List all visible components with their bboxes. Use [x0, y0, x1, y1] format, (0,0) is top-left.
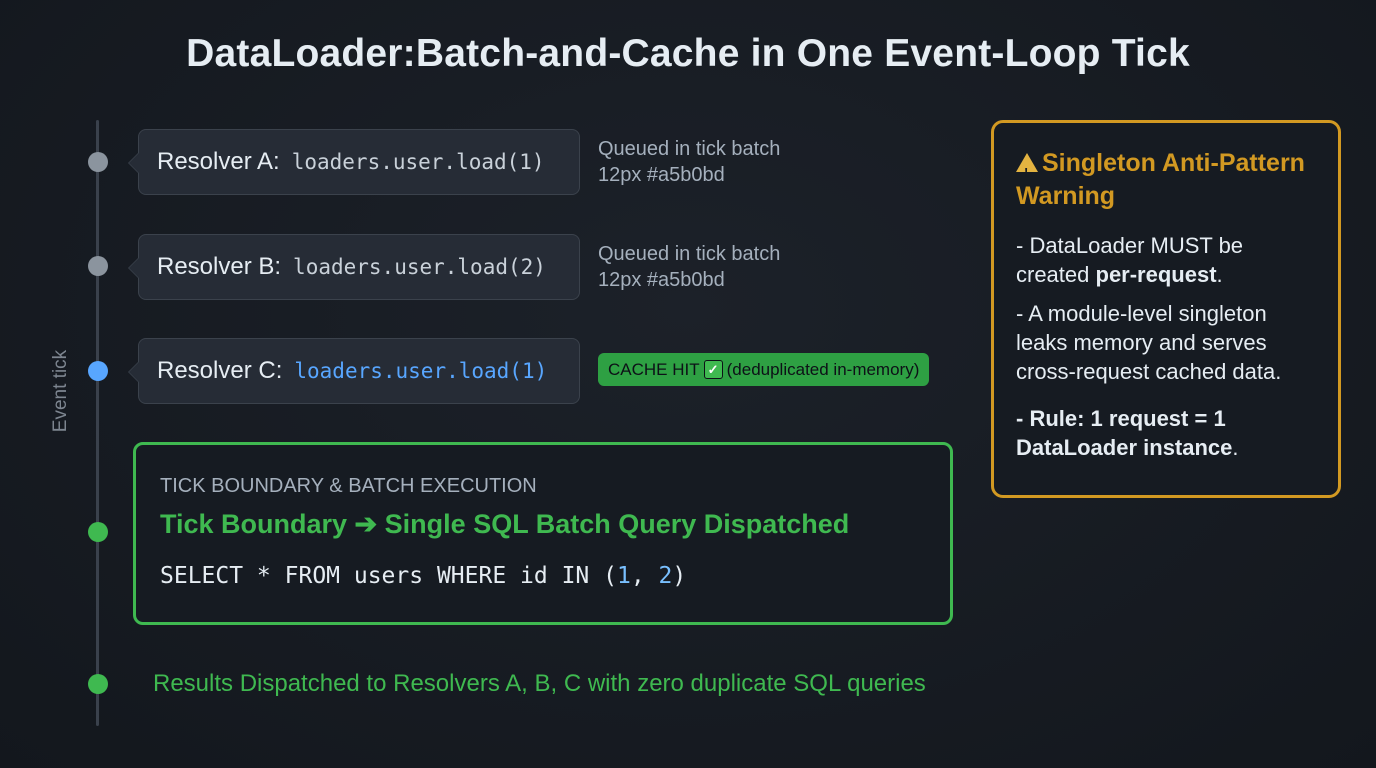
timeline-dot-c: [88, 361, 108, 381]
resolver-a-code: loaders.user.load(1): [291, 150, 545, 174]
resolver-b-note: Queued in tick batch 12px #a5b0bd: [598, 241, 780, 293]
resolver-a-note-line1: Queued in tick batch: [598, 138, 781, 160]
results-text: Results Dispatched to Resolvers A, B, C …: [153, 670, 926, 697]
warning-title-text: Singleton Anti-Pattern Warning: [1016, 149, 1305, 210]
batch-subheading: Tick Boundary ➔ Single SQL Batch Query D…: [160, 509, 850, 539]
cache-hit-label: CACHE HIT: [608, 359, 700, 379]
warning-item3-end: .: [1232, 435, 1239, 460]
axis-label: Event tick: [50, 349, 71, 433]
warning-item-rule: - Rule: 1 request = 1 DataLoader instanc…: [1016, 404, 1316, 462]
resolver-a-box: Resolver A: loaders.user.load(1): [128, 129, 580, 195]
warning-item3-bold: - Rule: 1 request = 1 DataLoader instanc…: [1016, 406, 1233, 460]
resolver-b-code: loaders.user.load(2): [293, 255, 546, 279]
resolver-a-note: Queued in tick batch 12px #a5b0bd: [598, 136, 780, 188]
warning-item-singleton-leak: - A module-level singleton leaks memory …: [1016, 301, 1282, 384]
resolver-b-note-line2: 12px #a5b0bd: [598, 269, 725, 291]
page-title: DataLoader:Batch-and-Cache in One Event-…: [186, 32, 1190, 75]
timeline-axis: [96, 120, 99, 726]
cache-hit-detail: (deduplicated in-memory): [726, 359, 920, 379]
resolver-b-box: Resolver B: loaders.user.load(2): [128, 234, 580, 300]
warning-item1-bold: per-request: [1095, 262, 1217, 287]
check-icon: ✓: [703, 360, 723, 379]
resolver-c-code: loaders.user.load(1): [294, 359, 548, 383]
warning-triangle-icon: [1016, 153, 1038, 189]
timeline-dot-a: [88, 152, 108, 172]
timeline-dot-batch: [88, 522, 108, 542]
sql-prefix: SELECT * FROM users WHERE id IN (: [160, 563, 617, 589]
sql-id-1: 1: [616, 563, 631, 589]
resolver-a-note-line2: 12px #a5b0bd: [598, 164, 725, 186]
sql-suffix: ): [672, 563, 687, 589]
warning-title: Singleton Anti-Pattern Warning: [1016, 147, 1316, 213]
resolver-a-label: Resolver A:: [157, 148, 280, 175]
sql-id-2: 2: [658, 563, 673, 589]
timeline-dot-results: [88, 674, 108, 694]
warning-item1-end: .: [1216, 262, 1223, 287]
resolver-b-label: Resolver B:: [157, 253, 282, 280]
resolver-b-note-line1: Queued in tick batch: [598, 243, 781, 265]
batch-execution-box: TICK BOUNDARY & BATCH EXECUTION Tick Bou…: [133, 442, 953, 625]
timeline-dot-b: [88, 256, 108, 276]
resolver-c-box: Resolver C: loaders.user.load(1): [128, 338, 580, 404]
resolver-c-label: Resolver C:: [157, 357, 283, 384]
singleton-warning-card: Singleton Anti-Pattern Warning - DataLoa…: [991, 120, 1341, 498]
cache-hit-badge: CACHE HIT ✓ (deduplicated in-memory): [598, 353, 930, 386]
sql-separator: ,: [630, 563, 659, 589]
warning-item-per-request: - DataLoader MUST be created per-request…: [1016, 231, 1316, 289]
batch-heading: TICK BOUNDARY & BATCH EXECUTION: [160, 475, 537, 497]
sql-query: SELECT * FROM users WHERE id IN (1, 2): [160, 563, 686, 589]
